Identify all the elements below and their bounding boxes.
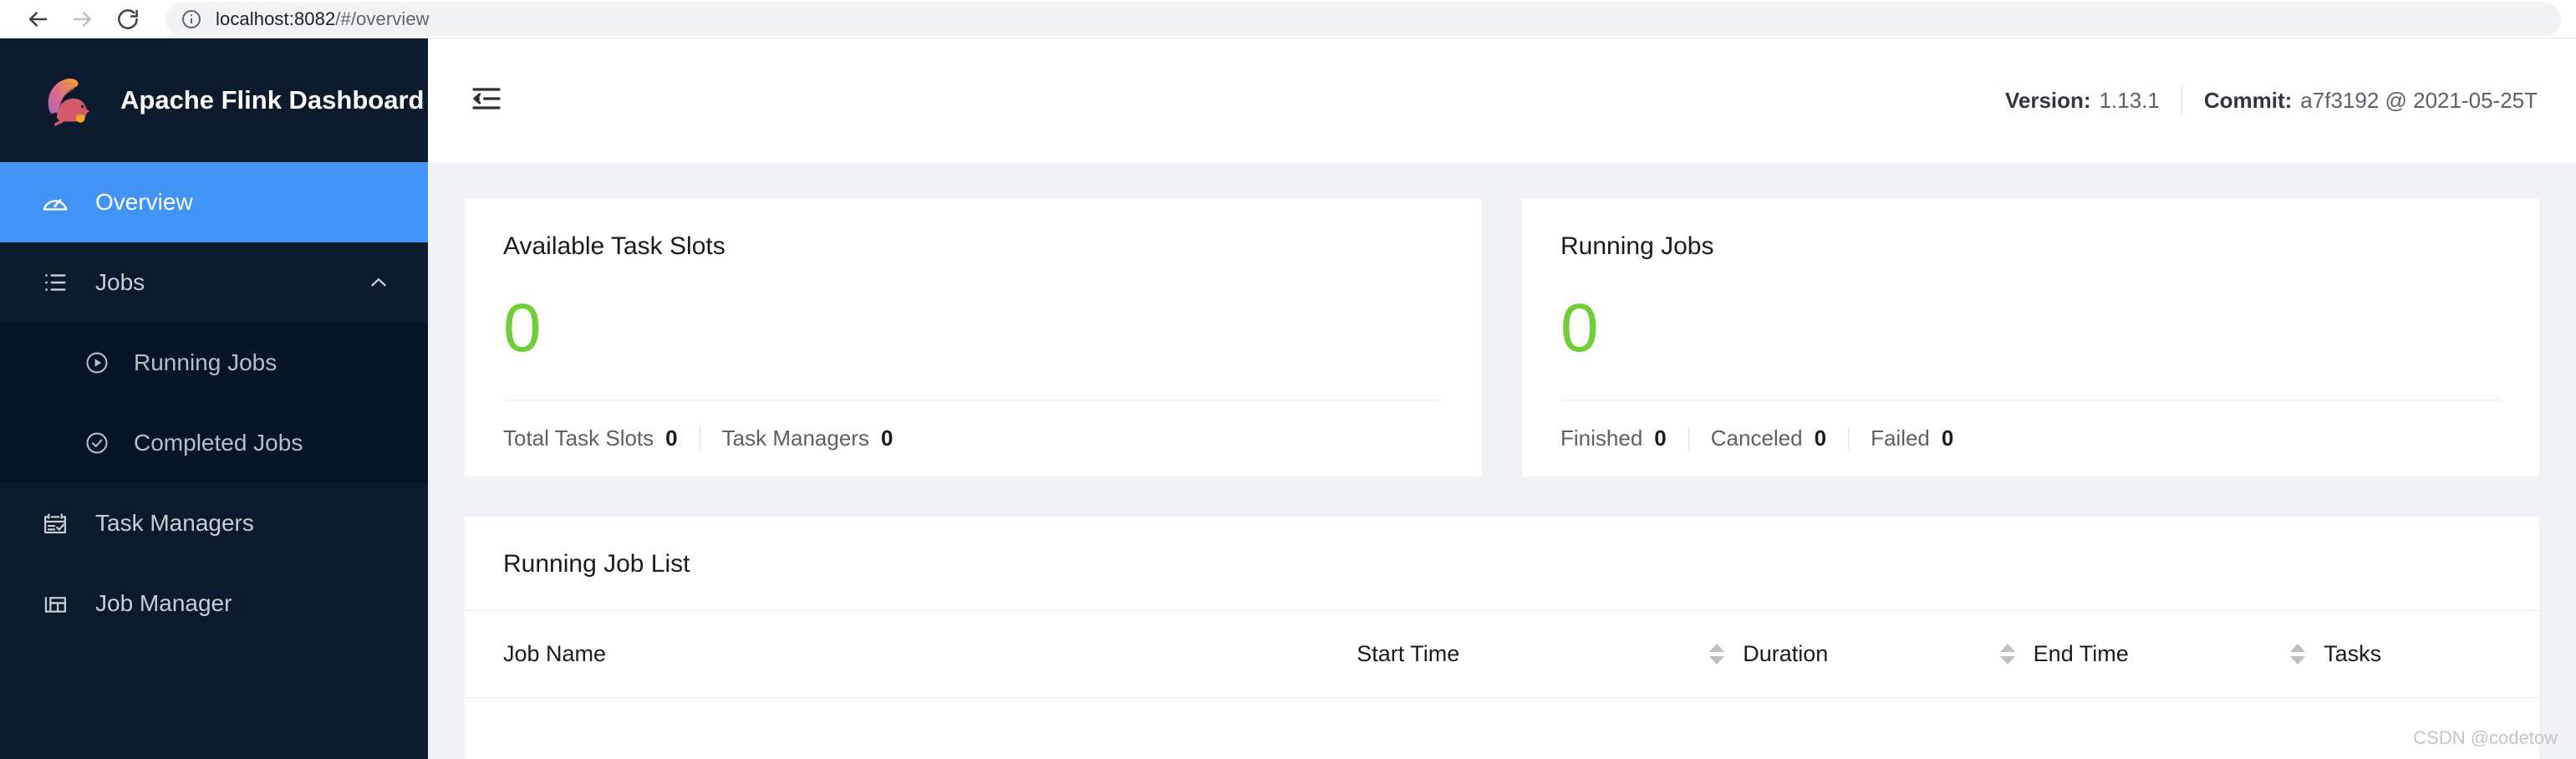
table-header-row: Job Name Start Time Duration End Time Ta…: [465, 610, 2539, 698]
forward-arrow-icon: [70, 7, 95, 32]
reload-button[interactable]: [105, 1, 150, 38]
brand-title: Apache Flink Dashboard: [120, 85, 425, 115]
summary-cards: Available Task Slots 0 Total Task Slots …: [465, 199, 2539, 476]
column-header-tasks[interactable]: Tasks: [2290, 610, 2539, 698]
running-job-list-card: Running Job List Job Name Start Time Dur…: [465, 517, 2539, 759]
version-label: Version:: [2004, 87, 2091, 113]
forward-button[interactable]: [60, 1, 105, 38]
version-info: Version: 1.13.1 Commit: a7f3192 @ 2021-0…: [2005, 86, 2538, 115]
menu-fold-icon: [470, 82, 503, 120]
stat-value: 0: [880, 425, 893, 451]
address-host: localhost:8082: [216, 8, 336, 29]
list-icon: [38, 266, 72, 299]
sidebar-item-label: Jobs: [95, 269, 145, 295]
version-value: 1.13.1: [2099, 87, 2160, 113]
sort-toggle-end-time[interactable]: [1999, 644, 2015, 665]
card-title: Available Task Slots: [503, 232, 725, 260]
available-task-slots-card: Available Task Slots 0 Total Task Slots …: [465, 199, 1482, 476]
sidebar-header[interactable]: Apache Flink Dashboard: [0, 38, 428, 162]
stat-finished: Finished 0: [1560, 425, 1667, 451]
sidebar-item-task-managers[interactable]: Task Managers: [0, 483, 428, 563]
table-empty-body: [465, 698, 2539, 759]
stat-value: 0: [665, 425, 678, 451]
sidebar-item-completed-jobs[interactable]: Completed Jobs: [0, 403, 428, 483]
sort-toggle-duration[interactable]: [1709, 644, 1725, 665]
top-bar: Version: 1.13.1 Commit: a7f3192 @ 2021-0…: [428, 38, 2576, 162]
stat-task-managers: Task Managers 0: [722, 425, 893, 451]
running-jobs-value: 0: [1560, 290, 1599, 366]
jobs-submenu: Running Jobs Completed Jobs: [0, 323, 428, 483]
sidebar-collapse-button[interactable]: [463, 77, 510, 124]
stat-label: Total Task Slots: [503, 425, 654, 451]
commit-value: a7f3192 @ 2021-05-25T: [2300, 87, 2538, 113]
sidebar-subitem-label: Completed Jobs: [134, 430, 303, 456]
address-bar[interactable]: localhost:8082/#/overview: [165, 2, 2561, 36]
running-job-table: Job Name Start Time Duration End Time Ta…: [465, 610, 2539, 698]
divider: [1688, 425, 1689, 451]
column-header-duration[interactable]: Duration: [1709, 610, 2000, 698]
running-job-list-title: Running Job List: [503, 550, 690, 578]
site-info-icon[interactable]: [181, 8, 202, 30]
available-task-slots-value: 0: [503, 290, 542, 366]
stat-failed: Failed 0: [1871, 425, 1953, 451]
column-header-job-name[interactable]: Job Name: [465, 610, 1357, 698]
sidebar-item-job-manager[interactable]: Job Manager: [0, 563, 428, 644]
stat-label: Canceled: [1710, 425, 1803, 451]
address-path: /#/overview: [335, 8, 430, 29]
play-circle-icon: [82, 348, 112, 378]
card-footer: Total Task Slots 0 Task Managers 0: [503, 400, 1443, 476]
card-title: Running Jobs: [1560, 232, 1714, 260]
divider: [2181, 86, 2182, 115]
card-footer: Finished 0 Canceled 0 Failed 0: [1560, 400, 2501, 476]
back-arrow-icon: [25, 7, 50, 32]
sidebar-item-label: Task Managers: [95, 510, 254, 536]
job-manager-icon: [38, 587, 72, 620]
stat-value: 0: [1941, 425, 1954, 451]
browser-chrome: localhost:8082/#/overview: [0, 0, 2576, 38]
stat-label: Failed: [1871, 425, 1930, 451]
sidebar-subitem-label: Running Jobs: [134, 349, 277, 375]
column-label: Start Time: [1357, 641, 1460, 666]
sidebar-item-overview[interactable]: Overview: [0, 162, 428, 242]
column-label: End Time: [2033, 641, 2129, 666]
sort-toggle-tasks[interactable]: [2290, 644, 2306, 665]
flink-squirrel-logo: [38, 69, 100, 131]
divider: [1848, 425, 1850, 451]
watermark: CSDN @codetow: [2413, 727, 2558, 748]
sidebar: Apache Flink Dashboard Overview Jobs Run…: [0, 38, 428, 759]
main-area: Version: 1.13.1 Commit: a7f3192 @ 2021-0…: [428, 38, 2576, 759]
content-area: Available Task Slots 0 Total Task Slots …: [428, 162, 2576, 759]
sidebar-item-jobs[interactable]: Jobs: [0, 242, 428, 323]
task-managers-icon: [38, 507, 72, 540]
stat-value: 0: [1654, 425, 1667, 451]
running-jobs-card: Running Jobs 0 Finished 0 Canceled 0 Fai…: [1522, 199, 2539, 476]
column-header-start-time[interactable]: Start Time: [1357, 610, 1710, 698]
flink-dashboard-app: Apache Flink Dashboard Overview Jobs Run…: [0, 38, 2576, 759]
column-header-end-time[interactable]: End Time: [1999, 610, 2291, 698]
commit-label: Commit:: [2203, 87, 2293, 113]
reload-icon: [115, 7, 140, 32]
back-button[interactable]: [15, 1, 60, 38]
dashboard-icon: [38, 186, 72, 219]
stat-label: Task Managers: [721, 425, 869, 451]
stat-canceled: Canceled 0: [1711, 425, 1826, 451]
column-label: Duration: [1743, 641, 1829, 666]
column-label: Tasks: [2324, 641, 2382, 666]
column-label: Job Name: [503, 641, 607, 666]
address-bar-text: localhost:8082/#/overview: [216, 8, 430, 30]
stat-label: Finished: [1560, 425, 1643, 451]
stat-total-task-slots: Total Task Slots 0: [503, 425, 678, 451]
chevron-up-icon[interactable]: [368, 272, 389, 293]
sidebar-item-label: Overview: [95, 189, 193, 215]
check-circle-icon: [82, 428, 112, 458]
stat-value: 0: [1814, 425, 1827, 451]
sidebar-item-label: Job Manager: [95, 590, 232, 616]
sidebar-item-running-jobs[interactable]: Running Jobs: [0, 323, 428, 403]
